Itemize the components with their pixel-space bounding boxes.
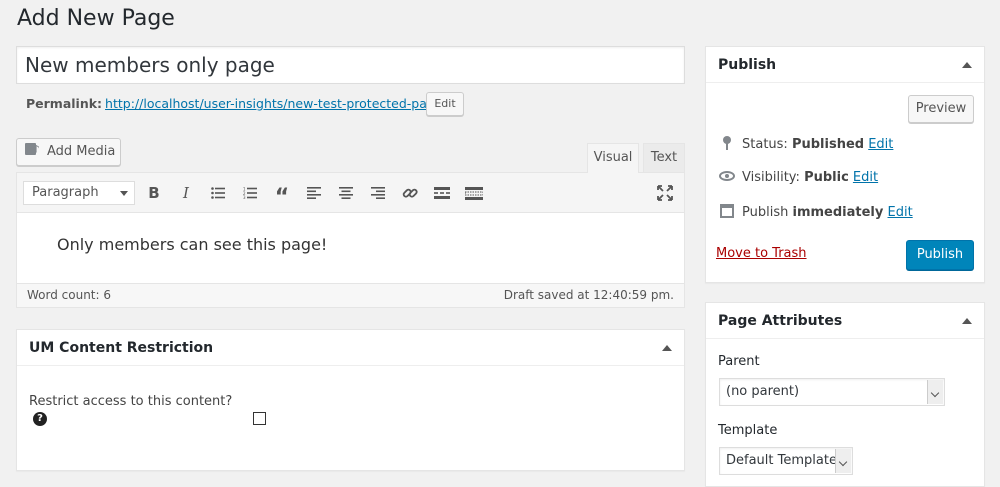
tab-visual[interactable]: Visual xyxy=(587,143,639,173)
move-to-trash-link[interactable]: Move to Trash xyxy=(716,246,807,261)
calendar-icon xyxy=(718,204,736,220)
restrict-access-label: Restrict access to this content? xyxy=(29,394,233,409)
status-row: Status: Published Edit xyxy=(718,136,893,152)
visibility-row: Visibility: Public Edit xyxy=(718,170,878,185)
page-attributes-header: Page Attributes xyxy=(706,303,984,339)
tab-text[interactable]: Text xyxy=(643,143,685,173)
publish-box-header: Publish xyxy=(706,47,984,83)
add-media-button[interactable]: Add Media xyxy=(16,138,121,166)
fullscreen-icon[interactable] xyxy=(654,182,676,204)
format-select-value: Paragraph xyxy=(32,185,99,200)
permalink-label: Permalink: xyxy=(26,96,103,111)
schedule-value: immediately xyxy=(792,205,884,220)
publish-box: Publish Preview Status: Published Edit V… xyxy=(705,46,985,283)
chevron-down-icon xyxy=(120,191,128,196)
schedule-row: Publish immediately Edit xyxy=(718,204,913,220)
editor-content[interactable]: Only members can see this page! xyxy=(57,235,327,254)
numbered-list-icon[interactable]: 123 xyxy=(239,182,261,204)
chevron-down-icon xyxy=(835,449,851,473)
permalink-row: Permalink: http://localhost/user-insights… xyxy=(26,94,447,114)
align-right-icon[interactable] xyxy=(367,182,389,204)
preview-button[interactable]: Preview xyxy=(908,95,974,123)
toolbar-toggle-icon[interactable] xyxy=(463,182,485,204)
bulleted-list-icon[interactable] xyxy=(207,182,229,204)
format-select[interactable]: Paragraph xyxy=(23,181,135,205)
schedule-edit-link[interactable]: Edit xyxy=(888,205,913,220)
read-more-icon[interactable] xyxy=(431,182,453,204)
um-box-header: UM Content Restriction xyxy=(17,330,684,366)
svg-text:3: 3 xyxy=(243,195,246,199)
visibility-value: Public xyxy=(804,170,849,185)
permalink-edit-button[interactable]: Edit xyxy=(426,92,464,116)
publish-box-title: Publish xyxy=(718,57,777,73)
parent-select-value: (no parent) xyxy=(726,384,800,399)
parent-label: Parent xyxy=(718,354,760,369)
post-title-input[interactable]: New members only page xyxy=(16,46,685,84)
word-count: Word count: 6 xyxy=(27,288,112,302)
restrict-access-checkbox[interactable] xyxy=(253,412,266,425)
permalink-url-link[interactable]: http://localhost/user-insights/new-test-… xyxy=(105,96,447,111)
draft-saved-status: Draft saved at 12:40:59 pm. xyxy=(503,288,674,302)
editor-status-bar: Word count: 6 Draft saved at 12:40:59 pm… xyxy=(17,283,684,307)
status-edit-link[interactable]: Edit xyxy=(868,137,893,152)
help-icon[interactable]: ? xyxy=(33,412,47,426)
collapse-toggle-icon[interactable] xyxy=(662,345,672,351)
pin-icon xyxy=(718,136,736,152)
chevron-down-icon xyxy=(927,380,943,404)
add-media-label: Add Media xyxy=(47,144,116,159)
collapse-toggle-icon[interactable] xyxy=(962,62,972,68)
blockquote-icon[interactable]: “ xyxy=(271,182,293,210)
eye-icon xyxy=(718,170,736,185)
template-select-value: Default Template xyxy=(726,453,837,468)
bold-icon[interactable]: B xyxy=(143,182,165,204)
content-editor: Paragraph B I 123 “ Only members can see… xyxy=(16,172,685,308)
align-center-icon[interactable] xyxy=(335,182,357,204)
link-icon[interactable] xyxy=(399,182,421,204)
collapse-toggle-icon[interactable] xyxy=(962,318,972,324)
align-left-icon[interactable] xyxy=(303,182,325,204)
visibility-edit-link[interactable]: Edit xyxy=(853,170,878,185)
status-value: Published xyxy=(791,137,865,152)
publish-button[interactable]: Publish xyxy=(906,240,974,270)
um-content-restriction-box: UM Content Restriction Restrict access t… xyxy=(16,329,685,471)
page-attributes-box: Page Attributes Parent (no parent) Templ… xyxy=(705,302,985,487)
template-label: Template xyxy=(718,423,778,438)
editor-toolbar: Paragraph B I 123 “ xyxy=(17,173,684,213)
italic-icon[interactable]: I xyxy=(175,182,197,204)
um-box-title: UM Content Restriction xyxy=(29,340,214,356)
page-attributes-title: Page Attributes xyxy=(718,313,843,329)
media-icon xyxy=(25,142,41,158)
parent-select[interactable]: (no parent) xyxy=(719,378,945,406)
template-select[interactable]: Default Template xyxy=(719,447,853,475)
page-title: Add New Page xyxy=(17,6,175,31)
